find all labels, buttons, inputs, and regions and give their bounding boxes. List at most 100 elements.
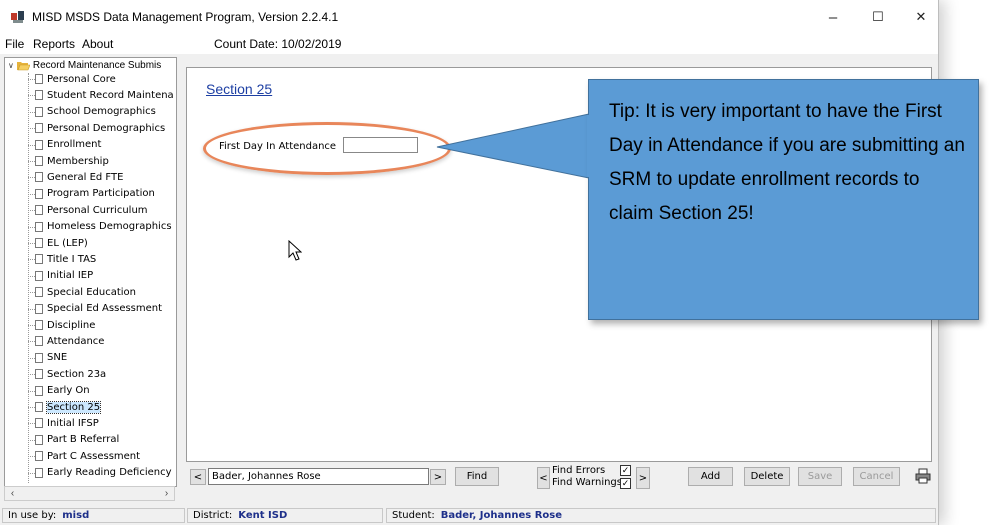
open-folder-icon (16, 61, 30, 70)
tree-item[interactable]: Discipline (35, 319, 95, 331)
status-student: Student: Bader, Johannes Rose (386, 508, 936, 523)
document-icon (35, 139, 43, 150)
printer-icon[interactable] (915, 468, 931, 484)
tree-branch-line (28, 243, 35, 244)
next-error-button[interactable]: > (636, 467, 650, 489)
tree-item-label: Section 23a (47, 368, 107, 380)
tree-branch-line (28, 292, 35, 294)
scroll-left-icon[interactable]: ‹ (5, 487, 20, 500)
document-icon (35, 385, 43, 396)
tree-branch-line (28, 128, 35, 130)
tree-item[interactable]: Attendance (35, 335, 104, 347)
tree-item[interactable]: Personal Curriculum (35, 204, 148, 216)
tree-item-label: Initial IEP (47, 270, 94, 282)
add-button[interactable]: Add (688, 467, 733, 486)
tree-item[interactable]: Personal Core (35, 73, 116, 85)
mouse-cursor-icon (288, 240, 302, 261)
tree-branch-line (28, 390, 35, 392)
tree-item-label: SNE (47, 352, 68, 364)
tree-item[interactable]: Enrollment (35, 139, 101, 151)
tree-item[interactable]: Initial IEP (35, 270, 93, 282)
tree-item[interactable]: EL (LEP) (35, 237, 88, 249)
tree-item-label: Early Reading Deficiency (47, 467, 172, 479)
tree-item-label: Part B Referral (47, 434, 120, 446)
chevron-down-icon[interactable]: ∨ (8, 61, 14, 70)
tree-item-label: Special Ed Assessment (47, 303, 163, 315)
tree-branch-line (28, 407, 35, 408)
document-icon (35, 188, 43, 199)
document-icon (35, 451, 43, 462)
tree-branch-line (28, 193, 35, 195)
minimize-button[interactable]: – (813, 6, 853, 28)
document-icon (35, 106, 43, 117)
menu-bar: File Reports About Count Date: 10/02/201… (0, 34, 938, 54)
tree-branch-line (28, 357, 35, 359)
tree-item[interactable]: SNE (35, 352, 67, 364)
find-warnings-checkbox[interactable]: ✓ (620, 478, 631, 489)
delete-button[interactable]: Delete (744, 467, 790, 486)
document-icon (35, 221, 43, 232)
scroll-right-icon[interactable]: › (159, 487, 174, 500)
document-icon (35, 352, 43, 363)
tree-item[interactable]: Part C Assessment (35, 450, 140, 462)
prev-error-button[interactable]: < (537, 467, 550, 489)
status-bar: In use by: misd District: Kent ISD Student… (0, 506, 938, 525)
tree-item[interactable]: Title I TAS (35, 253, 96, 265)
tree-branch-line (28, 177, 35, 179)
tree-item[interactable]: General Ed FTE (35, 171, 123, 183)
save-button[interactable]: Save (798, 467, 842, 486)
tree-item-label: Personal Curriculum (47, 204, 148, 216)
tree-item-label: Membership (47, 155, 109, 167)
tree-item-label: Discipline (47, 319, 96, 331)
first-day-input[interactable] (343, 137, 418, 153)
prev-student-button[interactable]: < (190, 469, 206, 485)
tree-item[interactable]: Student Record Maintena (35, 89, 174, 101)
tree-item[interactable]: Program Participation (35, 188, 155, 200)
tree-item[interactable]: Section 25 (35, 400, 102, 414)
tree-item[interactable]: Homeless Demographics (35, 221, 172, 233)
menu-about[interactable]: About (82, 37, 113, 51)
tree-branch-line (28, 275, 35, 277)
tree-item[interactable]: Membership (35, 155, 109, 167)
tree-item[interactable]: Part B Referral (35, 434, 119, 446)
tree-guide-line (28, 73, 29, 483)
district-label: District: (193, 510, 233, 521)
record-tree[interactable]: ∨ Record Maintenance Submis Personal Cor… (4, 57, 177, 487)
close-button[interactable]: ✕ (901, 6, 941, 28)
document-icon (35, 156, 43, 166)
menu-reports[interactable]: Reports (33, 37, 75, 51)
tree-item[interactable]: Early On (35, 385, 90, 397)
tree-branch-line (28, 161, 35, 162)
menu-file[interactable]: File (5, 37, 24, 51)
tree-horizontal-scrollbar[interactable]: ‹ › (4, 486, 175, 501)
tree-item[interactable]: Section 23a (35, 368, 106, 380)
find-warnings-label: Find Warnings (552, 477, 622, 488)
document-icon (35, 434, 43, 445)
cancel-button[interactable]: Cancel (853, 467, 900, 486)
document-icon (35, 238, 43, 248)
tree-root[interactable]: ∨ Record Maintenance Submis (8, 60, 161, 71)
tree-item-label: Homeless Demographics (47, 221, 172, 233)
tree-item-label: Early On (47, 385, 90, 397)
tree-item[interactable]: Initial IFSP (35, 417, 99, 429)
tree-item[interactable]: Special Ed Assessment (35, 303, 162, 315)
tree-item-label: EL (LEP) (47, 237, 88, 249)
maximize-button[interactable]: ☐ (858, 6, 898, 28)
find-errors-checkbox[interactable]: ✓ (620, 465, 631, 476)
first-day-label: First Day In Attendance (219, 141, 337, 152)
tree-branch-line (28, 79, 35, 80)
tree-branch-line (28, 144, 35, 146)
tree-item[interactable]: Personal Demographics (35, 122, 165, 134)
tree-item[interactable]: School Demographics (35, 106, 156, 118)
student-search-input[interactable] (208, 468, 429, 485)
tree-branch-line (28, 423, 35, 425)
student-label: Student: (392, 510, 435, 521)
tree-item[interactable]: Early Reading Deficiency (35, 467, 172, 479)
find-button[interactable]: Find (455, 467, 499, 486)
document-icon (35, 418, 43, 429)
next-student-button[interactable]: > (430, 469, 446, 485)
document-icon (35, 369, 43, 380)
tree-item[interactable]: Special Education (35, 286, 136, 298)
tree-root-label: Record Maintenance Submis (32, 60, 162, 71)
status-in-use: In use by: misd (2, 508, 185, 523)
